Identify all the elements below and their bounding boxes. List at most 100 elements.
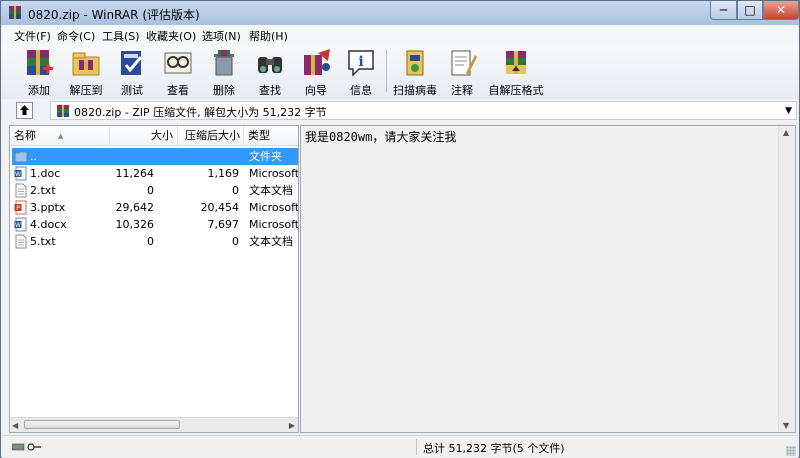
file-size: 0 (147, 184, 154, 197)
comment-button[interactable]: 注释 (440, 47, 484, 97)
close-button[interactable]: ✕ (763, 1, 799, 20)
find-label: 查找 (259, 84, 281, 97)
up-arrow-icon (20, 105, 29, 115)
file-row[interactable]: 2.txt 0 0 文本文档 (10, 182, 298, 199)
view-label: 查看 (167, 84, 189, 97)
powerpoint-icon: P (14, 200, 27, 215)
file-row[interactable]: W 4.docx 10,326 7,697 Microsoft (10, 216, 298, 233)
word-doc-icon: W (14, 166, 27, 181)
wizard-button[interactable]: 向导 (294, 47, 338, 97)
info-icon: i (348, 50, 374, 77)
horizontal-scrollbar[interactable]: ◀ ▶ (10, 417, 298, 432)
menu-tools[interactable]: 工具(S) (102, 28, 140, 44)
sort-ascending-icon: ▲ (58, 132, 64, 140)
menu-favorites[interactable]: 收藏夹(O) (146, 28, 196, 44)
file-size: 10,326 (115, 218, 155, 231)
comment-pane[interactable]: 我是0820wm，请大家关注我 ▲ ▼ (300, 125, 796, 433)
minimize-button[interactable]: ─ (710, 1, 737, 20)
sfx-label: 自解压格式 (488, 84, 544, 97)
file-type: Microsoft (249, 167, 299, 180)
virus-scan-button[interactable]: 扫描病毒 (392, 47, 438, 97)
add-button[interactable]: 添加 (17, 47, 61, 97)
file-packed-size: 1,169 (207, 167, 240, 180)
extract-to-icon (72, 52, 100, 76)
add-label: 添加 (28, 84, 50, 97)
menu-help[interactable]: 帮助(H) (249, 28, 288, 44)
info-button[interactable]: i 信息 (339, 47, 383, 97)
test-button[interactable]: 测试 (110, 47, 154, 97)
toolbar: 添加 解压到 测试 查看 删除 查找 向导 i 信息 扫描病毒 注释 自解压格式 (2, 44, 798, 100)
archive-path-field[interactable]: 0820.zip - ZIP 压缩文件, 解包大小为 51,232 字节 ▼ (50, 101, 797, 120)
virus-scan-icon (406, 50, 424, 76)
delete-button[interactable]: 删除 (202, 47, 246, 97)
column-type-label: 类型 (248, 129, 270, 142)
virus-scan-label: 扫描病毒 (393, 84, 437, 97)
menu-file[interactable]: 文件(F) (14, 28, 51, 44)
wizard-icon (304, 49, 330, 75)
menu-options[interactable]: 选项(N) (202, 28, 241, 44)
folder-icon (14, 151, 28, 163)
file-row[interactable]: W 1.doc 11,264 1,169 Microsoft (10, 165, 298, 182)
find-icon (258, 57, 282, 73)
up-folder-button[interactable] (16, 102, 33, 119)
column-size-label: 大小 (151, 129, 173, 142)
sfx-button[interactable]: 自解压格式 (488, 47, 544, 97)
file-row[interactable]: 5.txt 0 0 文本文档 (10, 233, 298, 250)
column-name-label: 名称 (14, 129, 36, 142)
column-header-packed[interactable]: 压缩后大小 (178, 126, 244, 146)
file-name: 2.txt (30, 184, 56, 197)
file-size: 11,264 (115, 167, 155, 180)
view-icon (164, 52, 192, 74)
file-packed-size: 0 (232, 235, 239, 248)
resize-grip[interactable] (786, 446, 796, 456)
wizard-label: 向导 (305, 84, 327, 97)
file-name: 5.txt (30, 235, 56, 248)
file-size: 29,642 (115, 201, 155, 214)
file-row-parent[interactable]: .. 文件夹 (10, 148, 298, 165)
menu-commands[interactable]: 命令(C) (57, 28, 95, 44)
archive-path-text: 0820.zip - ZIP 压缩文件, 解包大小为 51,232 字节 (74, 106, 327, 119)
winrar-app-icon[interactable] (7, 5, 23, 21)
scroll-down-icon[interactable]: ▼ (783, 421, 789, 430)
file-packed-size: 0 (232, 184, 239, 197)
file-name: 1.doc (30, 167, 61, 180)
column-header-type[interactable]: 类型 (244, 126, 298, 146)
scroll-up-icon[interactable]: ▲ (783, 128, 789, 137)
svg-text:W: W (15, 222, 21, 229)
status-separator (416, 439, 417, 455)
maximize-button[interactable]: □ (737, 1, 763, 20)
file-packed-size: 20,454 (200, 201, 240, 214)
status-bar: 总计 51,232 字节(5 个文件) (2, 435, 798, 458)
comment-label: 注释 (451, 84, 473, 97)
toolbar-separator (386, 50, 387, 92)
sfx-icon (506, 51, 526, 74)
column-header-name[interactable]: 名称 ▲ (10, 126, 110, 146)
vertical-scrollbar[interactable]: ▲ ▼ (778, 126, 795, 432)
scroll-right-icon[interactable]: ▶ (289, 421, 295, 430)
info-label: 信息 (350, 84, 372, 97)
scrollbar-thumb[interactable] (24, 420, 180, 429)
view-button[interactable]: 查看 (156, 47, 200, 97)
extract-to-button[interactable]: 解压到 (64, 47, 108, 97)
column-header-size[interactable]: 大小 (110, 126, 178, 146)
winrar-window: 0820.zip - WinRAR (评估版本) ─ □ ✕ 文件(F) 命令(… (0, 0, 800, 458)
address-bar: 0820.zip - ZIP 压缩文件, 解包大小为 51,232 字节 ▼ (2, 99, 798, 123)
file-type: Microsoft (249, 201, 299, 214)
file-size: 0 (147, 235, 154, 248)
scroll-left-icon[interactable]: ◀ (12, 421, 18, 430)
file-name: 4.docx (30, 218, 67, 231)
word-docx-icon: W (14, 217, 27, 232)
find-button[interactable]: 查找 (248, 47, 292, 97)
text-file-icon (15, 234, 27, 249)
file-packed-size: 7,697 (207, 218, 240, 231)
title-bar[interactable]: 0820.zip - WinRAR (评估版本) ─ □ ✕ (1, 1, 799, 25)
file-type: Microsoft (249, 218, 299, 231)
delete-label: 删除 (213, 84, 235, 97)
file-row[interactable]: P 3.pptx 29,642 20,454 Microsoft (10, 199, 298, 216)
file-list: 名称 ▲ 大小 压缩后大小 类型 .. 文件夹 W 1.doc 11,264 1… (9, 125, 299, 433)
file-type: 文本文档 (249, 235, 293, 248)
file-type: 文件夹 (249, 150, 282, 163)
path-dropdown-icon[interactable]: ▼ (785, 106, 792, 116)
test-label: 测试 (121, 84, 143, 97)
status-summary: 总计 51,232 字节(5 个文件) (423, 442, 565, 455)
